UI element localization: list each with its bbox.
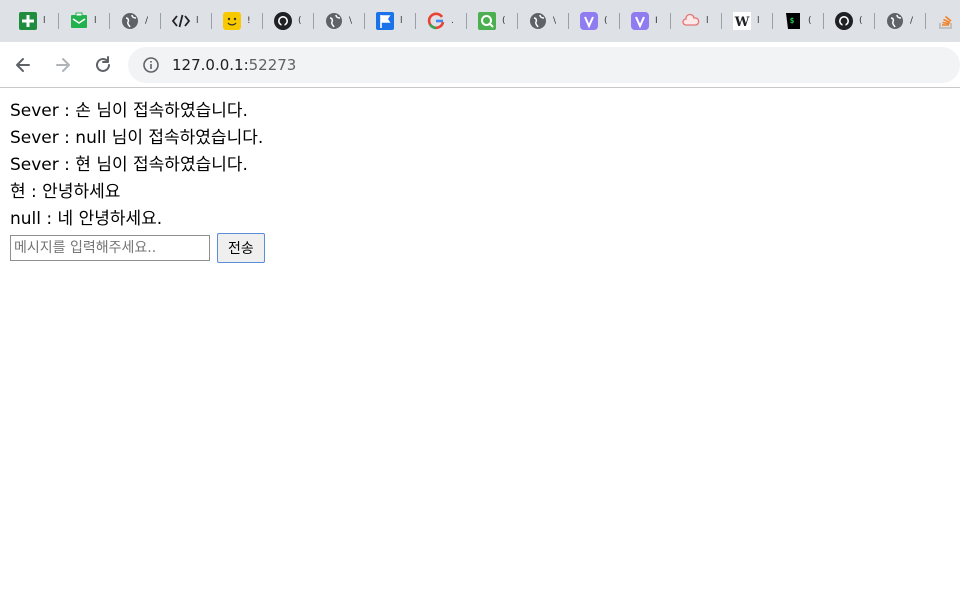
message-list: Sever : 손 님이 접속하였습니다. Sever : null 님이 접속… <box>10 98 950 233</box>
google-sheets-icon <box>18 11 38 31</box>
tab-title: ( <box>808 16 812 26</box>
reload-icon <box>96 55 110 72</box>
chat-message: Sever : null 님이 접속하였습니다. <box>10 128 264 148</box>
browser-tab[interactable] <box>926 0 960 42</box>
browser-tab[interactable]: ! <box>212 0 263 42</box>
browser-tab[interactable]: l <box>8 0 59 42</box>
browser-tab[interactable]: ( <box>467 0 518 42</box>
github-icon <box>273 11 293 31</box>
browser-tab[interactable]: l <box>161 0 212 42</box>
chat-message: Sever : 현 님이 접속하였습니다. <box>10 155 248 175</box>
tab-title: I <box>655 16 658 26</box>
v-icon <box>579 11 599 31</box>
message-form: 전송 <box>10 233 950 263</box>
reload-button[interactable] <box>86 48 120 82</box>
cloud-icon <box>681 11 701 31</box>
address-bar[interactable]: 127.0.0.1:52273 <box>128 46 960 83</box>
browser-tab[interactable]: \ <box>314 0 365 42</box>
url-host: 127.0.0.1: <box>172 55 249 74</box>
tab-title: ! <box>247 16 251 26</box>
browser-toolbar: 127.0.0.1:52273 <box>0 42 960 88</box>
browser-tab[interactable]: I <box>620 0 671 42</box>
tab-title: \ <box>553 16 557 26</box>
tab-title: \ <box>349 16 353 26</box>
github-icon <box>834 11 854 31</box>
tab-title: ( <box>604 16 608 26</box>
browser-tab[interactable]: ( <box>263 0 314 42</box>
url-text: 127.0.0.1:52273 <box>172 56 296 74</box>
browser-tab[interactable]: . <box>416 0 467 42</box>
google-icon <box>426 11 446 31</box>
svg-text:$: $ <box>790 16 795 25</box>
tab-title: l <box>43 16 46 26</box>
url-port: 52273 <box>248 55 297 74</box>
globe-icon <box>324 11 344 31</box>
forward-arrow-icon <box>56 57 70 72</box>
tab-title: ( <box>859 16 863 26</box>
browser-tab[interactable]: Wl <box>722 0 773 42</box>
chat-message: null : 네 안녕하세요. <box>10 209 163 229</box>
chat-message: 현 : 안녕하세요 <box>10 182 121 202</box>
v-icon <box>630 11 650 31</box>
tab-title: . <box>451 16 454 26</box>
globe-icon <box>885 11 905 31</box>
browser-tab[interactable]: ( <box>569 0 620 42</box>
flag-icon <box>375 11 395 31</box>
browser-tab[interactable]: l <box>671 0 722 42</box>
page-content: Sever : 손 님이 접속하였습니다. Sever : null 님이 접속… <box>0 88 960 273</box>
tab-title: l <box>706 16 709 26</box>
chat-message: Sever : 손 님이 접속하였습니다. <box>10 101 248 121</box>
message-input[interactable] <box>10 235 210 261</box>
browser-tab[interactable]: \ <box>518 0 569 42</box>
tab-strip: l l / l!(\ l.(\(Il Wl $((/ <box>0 0 960 42</box>
browser-tab[interactable]: / <box>875 0 926 42</box>
tab-title: / <box>910 16 914 26</box>
browser-tab[interactable]: $( <box>773 0 824 42</box>
info-icon <box>143 56 159 73</box>
wikipedia-icon: W <box>732 11 752 31</box>
tab-title: l <box>94 16 97 26</box>
browser-tab[interactable]: ( <box>824 0 875 42</box>
stackoverflow-icon <box>936 11 956 31</box>
back-arrow-icon <box>16 57 30 72</box>
globe-icon <box>528 11 548 31</box>
qualcomm-icon <box>477 11 497 31</box>
tab-title: / <box>145 16 149 26</box>
forward-button[interactable] <box>46 48 80 82</box>
tab-title: l <box>757 16 760 26</box>
tab-title: ( <box>298 16 302 26</box>
browser-tab[interactable]: / <box>110 0 161 42</box>
tab-title: l <box>196 16 199 26</box>
browser-tab[interactable]: l <box>365 0 416 42</box>
smiley-icon <box>222 11 242 31</box>
tab-title: l <box>400 16 403 26</box>
mail-icon <box>69 11 89 31</box>
svg-text:W: W <box>734 15 750 30</box>
send-button[interactable]: 전송 <box>217 233 265 263</box>
back-button[interactable] <box>6 48 40 82</box>
globe-icon <box>120 11 140 31</box>
browser-tab[interactable]: l <box>59 0 110 42</box>
terminal-icon: $ <box>783 11 803 31</box>
code-icon <box>171 11 191 31</box>
tab-title: ( <box>502 16 506 26</box>
